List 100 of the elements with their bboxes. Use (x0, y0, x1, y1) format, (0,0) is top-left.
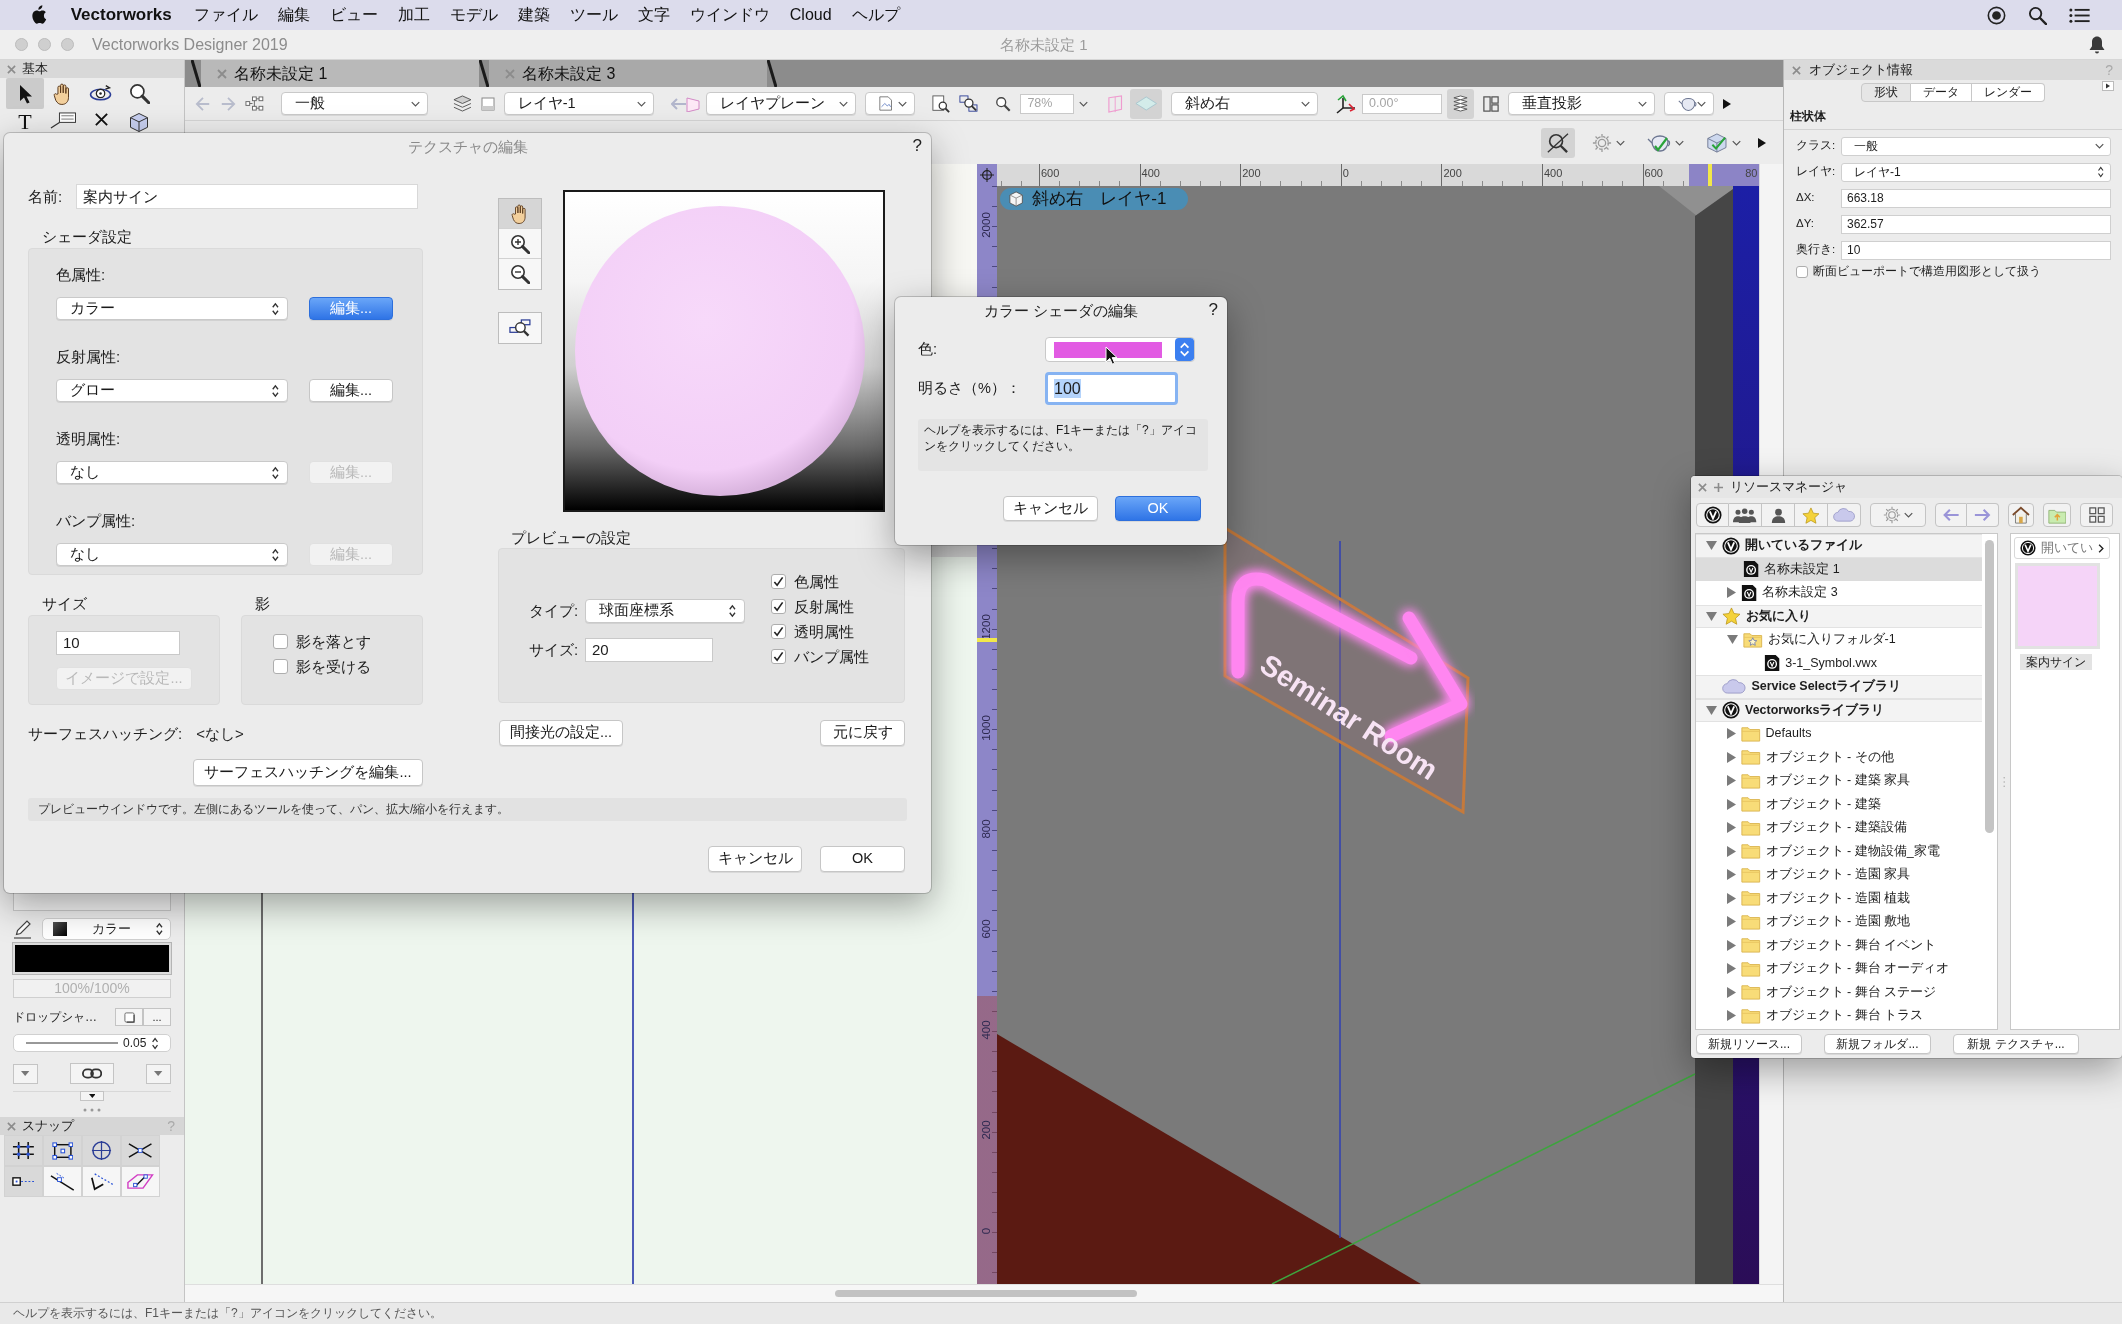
flyover-button[interactable] (1541, 127, 1576, 158)
dropdown-button[interactable] (146, 1063, 171, 1084)
close-icon[interactable] (7, 1121, 16, 1131)
tree-item[interactable]: オブジェクト - 造園 敷地 (1696, 910, 1982, 934)
menu-item[interactable]: 文字 (637, 5, 670, 25)
layers-icon[interactable] (452, 95, 472, 112)
more-button[interactable]: ... (143, 1008, 171, 1026)
name-field[interactable]: 案内サイン (76, 184, 418, 209)
triangle-down-icon[interactable] (1706, 705, 1717, 715)
tree-item[interactable]: オブジェクト - 舞台 ステージ (1696, 980, 1982, 1004)
page-zoom-icon[interactable] (931, 94, 950, 113)
ruler-corner[interactable] (977, 164, 997, 186)
snap-button[interactable] (43, 1135, 82, 1166)
cancel-button[interactable]: キャンセル (1003, 496, 1098, 521)
snap-button[interactable] (121, 1135, 160, 1166)
close-icon[interactable] (7, 64, 16, 74)
shader-dropdown[interactable]: グロー (56, 379, 288, 402)
snap-button[interactable] (4, 1166, 43, 1197)
segment-tab[interactable]: データ (1911, 82, 1972, 102)
shader-dropdown[interactable]: カラー (56, 297, 288, 320)
texture-thumbnail[interactable] (2015, 563, 2100, 649)
tree-item[interactable]: 開いているファイル (1696, 534, 1982, 558)
magnifier-icon[interactable] (995, 95, 1012, 112)
ok-button[interactable]: OK (820, 846, 905, 872)
drop-shadow-button[interactable] (115, 1008, 143, 1026)
people-button[interactable] (1729, 503, 1762, 527)
grip-icon[interactable] (82, 1108, 102, 1112)
layers-button[interactable] (1447, 88, 1475, 119)
checkbox[interactable] (771, 599, 786, 614)
page-dropdown[interactable] (864, 92, 915, 115)
close-icon[interactable] (1792, 65, 1801, 75)
menu-item[interactable]: ツール (569, 5, 618, 25)
new-button[interactable]: 新規フォルダ... (1824, 1034, 1931, 1054)
zoom-window-icon[interactable] (958, 94, 979, 113)
plane-dropdown[interactable]: レイヤプレーン (705, 92, 856, 115)
triangle-right-icon[interactable] (1723, 98, 1732, 109)
tree-item[interactable]: オブジェクト - 舞台 トラス (1696, 1004, 1982, 1028)
dropdown-button[interactable] (13, 1063, 38, 1084)
menu-item[interactable]: ファイル (193, 5, 258, 25)
tree-item[interactable]: オブジェクト - 造園 植栽 (1696, 886, 1982, 910)
tool-button[interactable] (6, 78, 44, 109)
tree-item[interactable]: お気に入り (1696, 604, 1982, 628)
axis-icon[interactable] (1335, 93, 1358, 114)
document-tab[interactable]: 名称未設定 3 (489, 60, 767, 87)
person-button[interactable] (1762, 503, 1795, 527)
layer-dropdown[interactable]: レイヤ-1 (503, 92, 654, 115)
class-dropdown[interactable]: 一般 (280, 92, 428, 115)
snap-button[interactable] (82, 1166, 121, 1197)
menu-item[interactable]: Vectorworks (70, 4, 172, 26)
help-button[interactable]: ? (912, 136, 922, 157)
triangle-down-icon[interactable] (1706, 611, 1717, 621)
size-field[interactable]: 10 (56, 631, 180, 655)
help-button[interactable]: ? (1208, 300, 1218, 321)
forward-button[interactable] (1967, 503, 1999, 527)
triangle-down-icon[interactable] (1706, 541, 1717, 551)
hatch-edit-button[interactable]: サーフェスハッチングを編集... (193, 759, 423, 786)
pencil-icon[interactable] (13, 919, 33, 939)
tool-button[interactable]: T (6, 109, 44, 140)
menu-item[interactable]: Cloud (789, 5, 832, 25)
color-picker[interactable] (1045, 337, 1195, 362)
brightness-field[interactable]: 100 (1045, 372, 1178, 405)
close-icon[interactable] (1698, 482, 1707, 492)
value-field[interactable]: 10 (1841, 240, 2111, 260)
edit-button[interactable]: 編集... (309, 379, 393, 402)
menu-item[interactable]: 建築 (517, 5, 550, 25)
preview-tool-button[interactable] (499, 259, 541, 289)
tree-item[interactable]: オブジェクト - 建築 (1696, 792, 1982, 816)
line-weight-field[interactable]: 0.05 (13, 1034, 171, 1052)
library-button[interactable] (1696, 503, 1729, 527)
checkbox[interactable] (273, 634, 288, 649)
checkbox[interactable] (771, 649, 786, 664)
tree-item[interactable]: オブジェクト - 建築設備 (1696, 816, 1982, 840)
tree-item[interactable]: オブジェクト - 建築 家具 (1696, 769, 1982, 793)
snap-button[interactable] (82, 1135, 121, 1166)
menu-item[interactable]: 編集 (277, 5, 310, 25)
render-mode-dropdown[interactable] (1664, 92, 1715, 115)
menu-item[interactable]: ウインドウ (689, 5, 770, 25)
back-button[interactable] (1935, 503, 1967, 527)
class-dropdown[interactable]: 一般 (1841, 136, 2111, 156)
projection-dropdown[interactable]: 垂直投影 (1508, 92, 1656, 115)
cancel-button[interactable]: キャンセル (708, 846, 802, 872)
size-field[interactable]: 20 (585, 638, 713, 662)
tree-item[interactable]: Defaults (1696, 722, 1982, 746)
tree-item[interactable]: 3-1_Symbol.vwx (1696, 651, 1982, 675)
home-button[interactable] (2008, 503, 2034, 527)
view-dropdown[interactable]: 斜め右 (1171, 92, 1319, 115)
collapse-button[interactable] (80, 1091, 104, 1101)
scrollbar-thumb[interactable] (835, 1290, 1137, 1297)
layer-dropdown[interactable]: レイヤ-1 (1841, 162, 2111, 182)
menu-item[interactable]: モデル (449, 5, 498, 25)
tree-item[interactable]: オブジェクト - 造園 家具 (1696, 863, 1982, 887)
color-swatch[interactable] (13, 943, 171, 974)
checkbox[interactable] (273, 659, 288, 674)
tree-item[interactable]: Service Selectライブラリ (1696, 675, 1982, 699)
revert-button[interactable]: 元に戻す (820, 720, 905, 746)
apple-icon[interactable] (30, 5, 47, 25)
tree-item[interactable]: 名称未設定 3 (1696, 581, 1982, 605)
document-tab[interactable]: 名称未設定 1 (201, 60, 479, 87)
segment-tab[interactable]: レンダー (1972, 82, 2045, 102)
checkbox[interactable] (1796, 265, 1808, 278)
